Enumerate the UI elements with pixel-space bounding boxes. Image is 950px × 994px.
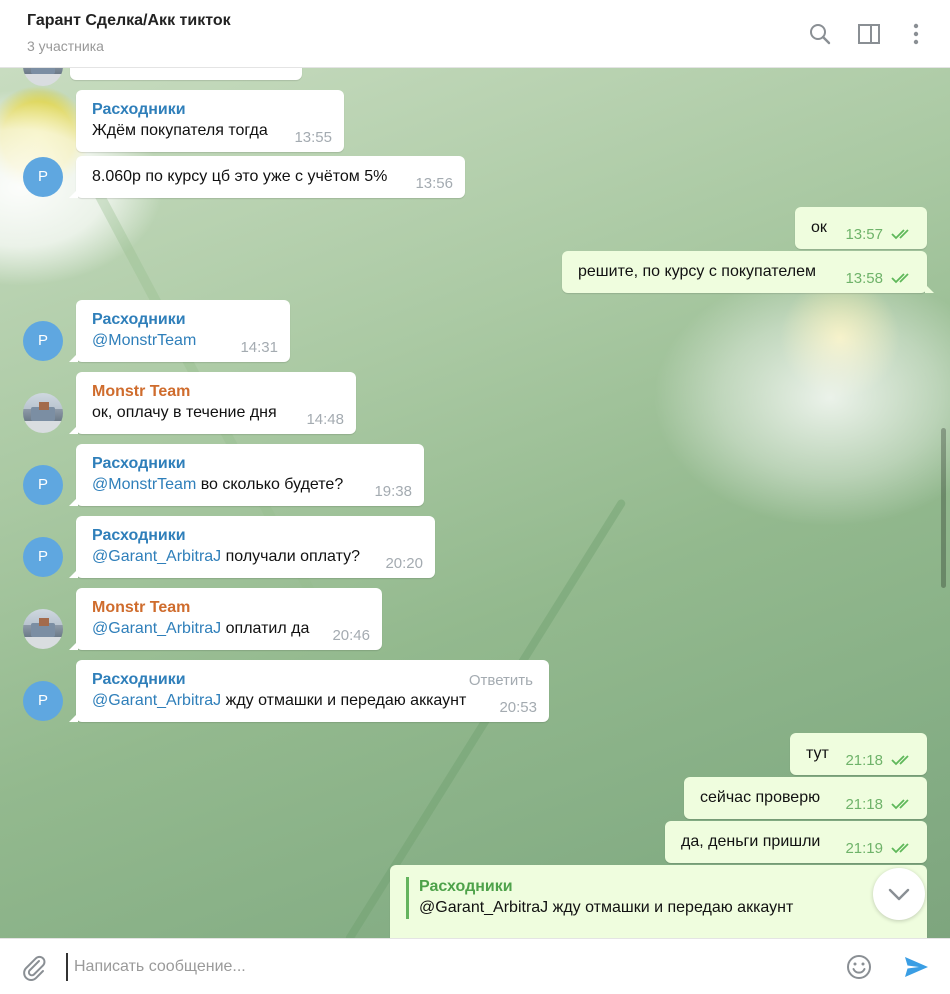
message-bubble-outgoing[interactable]: да, деньги пришли 21:19 — [665, 821, 927, 863]
quote-sender: Расходники — [419, 878, 513, 895]
reply-button[interactable]: Ответить — [469, 672, 533, 689]
message-bubble[interactable]: 8.060р по курсу цб это уже с учётом 5% 1… — [69, 156, 465, 198]
mention-link[interactable]: @Garant_ArbitraJ — [92, 620, 221, 637]
chat-header: Гарант Сделка/Акк тикток 3 участника — [0, 0, 950, 68]
composer — [0, 938, 950, 994]
message-bubble-partial[interactable] — [70, 68, 302, 80]
double-check-icon — [891, 229, 909, 240]
quoted-reply[interactable]: Расходники @Garant_ArbitraJ жду отмашки … — [406, 877, 911, 919]
avatar[interactable]: Р — [23, 465, 63, 505]
message-time: 14:31 — [240, 339, 278, 356]
avatar[interactable] — [23, 609, 63, 649]
avatar[interactable]: Р — [23, 537, 63, 577]
more-menu-icon[interactable] — [904, 22, 928, 46]
mention-link[interactable]: @Garant_ArbitraJ — [92, 692, 221, 709]
message-bubble[interactable]: Расходники Ответить @Garant_ArbitraJ жду… — [69, 660, 549, 722]
message-time: 13:57 — [845, 226, 883, 243]
message-bubble-outgoing[interactable]: решите, по курсу с покупателем 13:58 — [562, 251, 934, 293]
avatar[interactable] — [23, 68, 63, 86]
message-time: 13:56 — [415, 175, 453, 192]
message-text: 8.060р по курсу цб это уже с учётом 5% — [92, 168, 388, 185]
message-text: получали оплату? — [221, 548, 360, 565]
message-sender[interactable]: Расходники — [92, 100, 328, 120]
sidebar-toggle-icon[interactable] — [857, 22, 881, 46]
message-text: Ждём покупателя тогда — [92, 122, 268, 139]
avatar[interactable]: Р — [23, 681, 63, 721]
message-sender[interactable]: Расходники — [92, 526, 419, 546]
message-bubble[interactable]: Расходники @MonstrTeam 14:31 — [69, 300, 290, 362]
message-time: 20:20 — [385, 555, 423, 572]
mention-link[interactable]: @Garant_ArbitraJ — [92, 548, 221, 565]
message-time: 20:53 — [499, 699, 537, 716]
message-bubble[interactable]: Monstr Team ок, оплачу в течение дня 14:… — [69, 372, 356, 434]
message-input[interactable] — [66, 953, 836, 981]
avatar[interactable]: Р — [23, 321, 63, 361]
message-bubble[interactable]: Monstr Team @Garant_ArbitraJ оплатил да … — [69, 588, 382, 650]
message-bubble-outgoing[interactable]: Расходники @Garant_ArbitraJ жду отмашки … — [390, 865, 927, 938]
message-bubble-outgoing[interactable]: ок 13:57 — [795, 207, 927, 249]
message-bubble[interactable]: Расходники Ждём покупателя тогда 13:55 — [76, 90, 344, 152]
participants-count[interactable]: 3 участника — [27, 38, 104, 54]
double-check-icon — [891, 843, 909, 854]
double-check-icon — [891, 755, 909, 766]
scroll-to-bottom-button[interactable] — [873, 868, 925, 920]
quote-text: @Garant_ArbitraJ жду отмашки и передаю а… — [419, 899, 794, 916]
message-bubble-outgoing[interactable]: тут 21:18 — [790, 733, 927, 775]
double-check-icon — [891, 273, 909, 284]
message-time: 21:18 — [845, 796, 883, 813]
message-bubble[interactable]: Расходники @Garant_ArbitraJ получали опл… — [69, 516, 435, 578]
message-time: 13:58 — [845, 270, 883, 287]
message-text: во сколько будете? — [196, 476, 344, 493]
chat-title[interactable]: Гарант Сделка/Акк тикток — [27, 12, 231, 30]
message-sender[interactable]: Monstr Team — [92, 598, 366, 618]
double-check-icon — [891, 799, 909, 810]
message-sender[interactable]: Расходники — [92, 454, 408, 474]
avatar[interactable]: Р — [23, 157, 63, 197]
emoji-icon[interactable] — [845, 953, 873, 981]
message-time: 20:46 — [332, 627, 370, 644]
message-list[interactable]: Расходники Ждём покупателя тогда 13:55 Р… — [0, 68, 950, 938]
message-text: оплатил да — [221, 620, 310, 637]
chevron-down-icon — [888, 888, 910, 901]
message-sender[interactable]: Расходники — [92, 310, 274, 330]
avatar[interactable] — [23, 393, 63, 433]
search-icon[interactable] — [808, 22, 832, 46]
message-text: ок, оплачу в течение дня — [92, 404, 277, 421]
message-bubble[interactable]: Расходники @MonstrTeam во сколько будете… — [69, 444, 424, 506]
message-sender[interactable]: Расходники — [92, 670, 533, 690]
message-time: 21:18 — [845, 752, 883, 769]
message-time: 21:19 — [845, 840, 883, 857]
message-text: жду отмашки и передаю аккаунт — [221, 692, 467, 709]
message-time: 13:55 — [294, 129, 332, 146]
send-icon[interactable] — [902, 953, 930, 981]
attach-icon[interactable] — [20, 953, 48, 981]
message-time: 19:38 — [374, 483, 412, 500]
mention-link[interactable]: @MonstrTeam — [92, 332, 196, 349]
message-bubble-outgoing[interactable]: сейчас проверю 21:18 — [684, 777, 927, 819]
message-sender[interactable]: Monstr Team — [92, 382, 340, 402]
mention-link[interactable]: @MonstrTeam — [92, 476, 196, 493]
scrollbar[interactable] — [941, 428, 946, 588]
message-time: 14:48 — [306, 411, 344, 428]
